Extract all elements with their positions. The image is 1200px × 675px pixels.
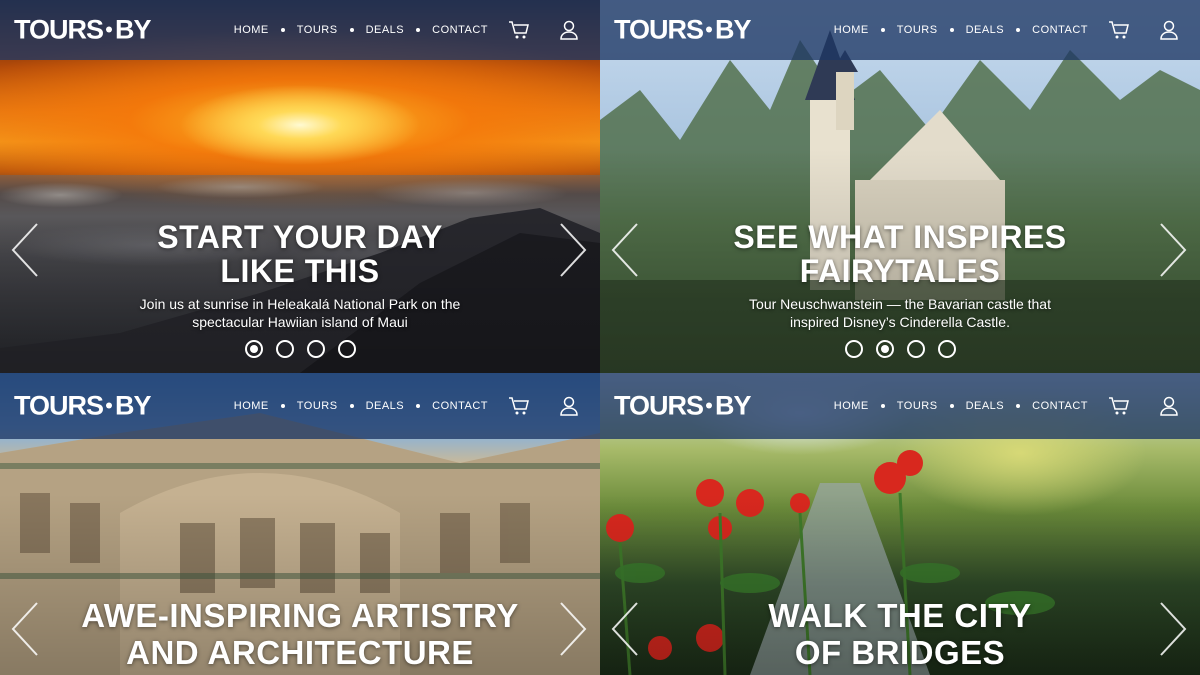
nav-home[interactable]: HOME [234,24,269,36]
tours-by-logo[interactable]: TOURS BY [614,391,752,422]
carousel-dot-3[interactable] [906,340,925,358]
top-nav: TOURS BY HOME TOURS DEALS CONTACT [600,373,1200,439]
carousel-dot-4[interactable] [937,340,956,358]
nav-deals[interactable]: DEALS [966,400,1005,412]
carousel-dots [600,340,1200,358]
hero-headline: WALK THE CITY OF BRIDGES [768,597,1032,671]
hero-slide-amsterdam: TOURS BY HOME TOURS DEALS CONTACT WALK TH… [600,373,1200,675]
tours-by-logo[interactable]: TOURS BY [614,15,752,46]
nav-deals[interactable]: DEALS [366,24,405,36]
hero-subtitle: Join us at sunrise in Heleakalá National… [139,296,461,330]
main-menu: HOME TOURS DEALS CONTACT [834,24,1088,36]
user-icon[interactable] [1160,20,1178,40]
hero-headline: SEE WHAT INSPIRES FAIRYTALES [733,219,1067,289]
main-menu: HOME TOURS DEALS CONTACT [234,24,488,36]
nav-contact[interactable]: CONTACT [432,400,488,412]
carousel-dot-1[interactable] [244,340,263,358]
carousel-dot-1[interactable] [844,340,863,358]
nav-home[interactable]: HOME [234,400,269,412]
nav-contact[interactable]: CONTACT [1032,400,1088,412]
cart-icon[interactable] [508,396,530,416]
cart-icon[interactable] [1108,396,1130,416]
hero-slide-neuschwanstein: TOURS BY HOME TOURS DEALS CONTACT SEE WHA… [600,0,1200,373]
hero-subtitle: Tour Neuschwanstein — the Bavarian castl… [749,296,1051,330]
cart-icon[interactable] [508,20,530,40]
hero-headline: AWE-INSPIRING ARTISTRY AND ARCHITECTURE [81,597,519,671]
nav-home[interactable]: HOME [834,24,869,36]
nav-deals[interactable]: DEALS [366,400,405,412]
hero-headline: START YOUR DAY LIKE THIS [157,219,443,289]
top-nav: TOURS BY HOME TOURS DEALS CONTACT [0,373,600,439]
carousel-dots [0,340,600,358]
nav-tours[interactable]: TOURS [297,24,338,36]
nav-contact[interactable]: CONTACT [1032,24,1088,36]
hero-slide-maui: TOURS BY HOME TOURS DEALS CONTACT START Y… [0,0,600,373]
nav-home[interactable]: HOME [834,400,869,412]
nav-deals[interactable]: DEALS [966,24,1005,36]
nav-tours[interactable]: TOURS [897,400,938,412]
cart-icon[interactable] [1108,20,1130,40]
tours-by-logo[interactable]: TOURS BY [14,15,152,46]
top-nav: TOURS BY HOME TOURS DEALS CONTACT [600,0,1200,60]
nav-contact[interactable]: CONTACT [432,24,488,36]
user-icon[interactable] [560,396,578,416]
carousel-dot-2[interactable] [875,340,894,358]
main-menu: HOME TOURS DEALS CONTACT [234,400,488,412]
main-menu: HOME TOURS DEALS CONTACT [834,400,1088,412]
user-icon[interactable] [560,20,578,40]
hero-slide-florence: TOURS BY HOME TOURS DEALS CONTACT AWE-INS… [0,373,600,675]
carousel-dot-2[interactable] [275,340,294,358]
nav-tours[interactable]: TOURS [897,24,938,36]
tours-by-logo[interactable]: TOURS BY [14,391,152,422]
carousel-dot-4[interactable] [337,340,356,358]
user-icon[interactable] [1160,396,1178,416]
carousel-dot-3[interactable] [306,340,325,358]
nav-tours[interactable]: TOURS [297,400,338,412]
slideshow-grid: TOURS BY HOME TOURS DEALS CONTACT START Y… [0,0,1200,675]
top-nav: TOURS BY HOME TOURS DEALS CONTACT [0,0,600,60]
